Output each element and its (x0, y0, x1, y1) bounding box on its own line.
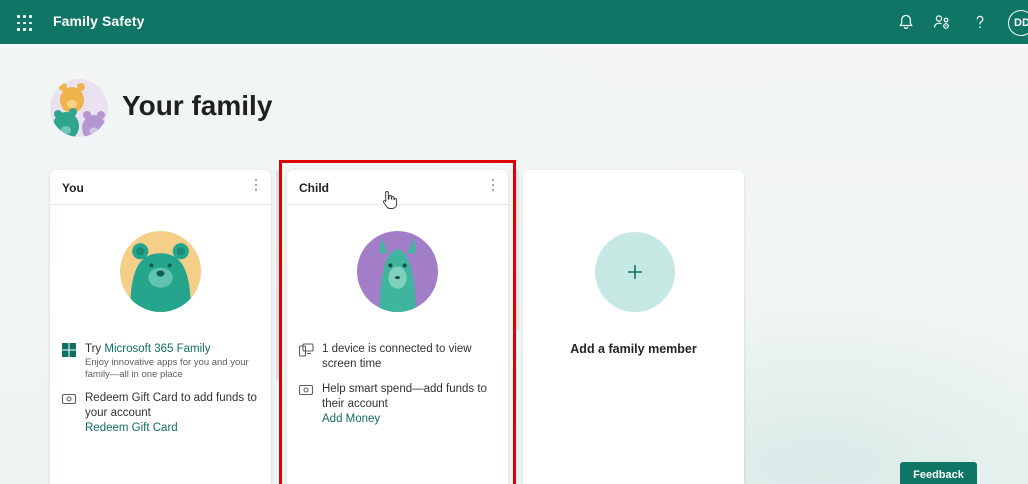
redeem-gift-card-link[interactable]: Redeem Gift Card (85, 421, 265, 436)
plus-icon (628, 265, 642, 279)
family-avatar-icon (50, 79, 108, 137)
m365-promo-row: Try Microsoft 365 Family Enjoy innovativ… (61, 342, 265, 381)
add-money-link[interactable]: Add Money (322, 412, 502, 427)
people-settings-icon[interactable] (932, 12, 952, 32)
hand-cursor-icon (382, 191, 398, 209)
waffle-icon[interactable] (17, 15, 32, 31)
help-icon[interactable] (970, 12, 990, 32)
m365-family-link[interactable]: Microsoft 365 Family (104, 343, 210, 355)
more-options-icon[interactable] (253, 179, 259, 195)
add-member-card[interactable]: Add a family member (523, 170, 744, 484)
gift-card-icon (298, 384, 314, 396)
device-row: 1 device is connected to view screen tim… (298, 342, 492, 372)
promo-prefix: Try (85, 343, 105, 355)
gift-card-row: Redeem Gift Card to add funds to your ac… (61, 391, 265, 436)
app-title[interactable]: Family Safety (53, 13, 145, 29)
user-avatar[interactable]: DD (1008, 10, 1028, 36)
add-member-label[interactable]: Add a family member (523, 342, 744, 356)
card-scrollbar[interactable] (514, 170, 519, 330)
feedback-button[interactable]: Feedback (900, 462, 977, 484)
gift-card-text: Redeem Gift Card to add funds to your ac… (85, 392, 257, 419)
bell-icon[interactable] (896, 12, 916, 32)
member-card-child[interactable]: Child 1 device is connected to view scre… (287, 170, 508, 484)
spend-row: Help smart spend—add funds to their acco… (298, 382, 502, 427)
member-name: Child (299, 181, 329, 195)
more-options-icon[interactable] (490, 179, 496, 195)
card-header: You (50, 170, 271, 205)
add-member-button[interactable] (595, 232, 675, 312)
page-title: Your family (122, 90, 273, 121)
promo-subtitle: Enjoy innovative apps for you and your f… (85, 357, 249, 380)
member-name: You (62, 181, 84, 195)
device-icon (298, 343, 314, 357)
windows-logo-icon (62, 343, 76, 357)
gift-card-icon (61, 393, 77, 405)
device-text: 1 device is connected to view screen tim… (322, 343, 472, 370)
card-scrollbar[interactable] (276, 170, 281, 380)
spend-text: Help smart spend—add funds to their acco… (322, 383, 487, 410)
bear-avatar-icon (120, 231, 201, 312)
member-card-you[interactable]: You Try Microsoft 365 Family Enjoy innov… (50, 170, 271, 484)
llama-avatar-icon (357, 231, 438, 312)
top-bar: Family Safety DD (0, 0, 1028, 44)
